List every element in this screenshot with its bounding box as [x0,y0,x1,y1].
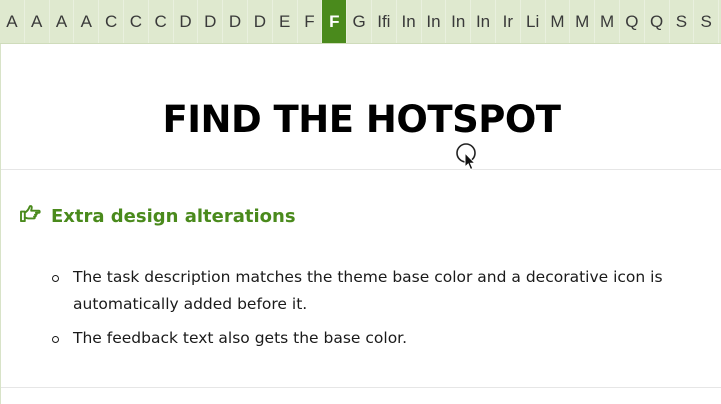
content-panel: FIND THE HOTSPOT Extra design alteration… [0,44,721,404]
tab[interactable]: In [446,0,472,43]
tab[interactable]: In [397,0,422,43]
tab[interactable]: In [422,0,447,43]
tab[interactable]: A [25,0,50,43]
tab[interactable]: M [570,0,596,43]
tab[interactable]: M [546,0,571,43]
task-text: Extra design alterations [51,205,296,227]
tab[interactable]: D [248,0,273,43]
tab[interactable]: A [50,0,75,43]
divider [1,387,721,388]
tab[interactable]: Q [620,0,645,43]
tab[interactable]: S [694,0,720,43]
tab[interactable]: D [198,0,224,43]
page-title: FIND THE HOTSPOT [162,98,561,141]
tab[interactable]: G [347,0,372,43]
bullet-list: The task description matches the theme b… [51,264,691,359]
tab-active[interactable]: F [322,0,348,43]
tab[interactable]: E [273,0,298,43]
tab-bar: A A A A C C C D D D D E F F G Ifi In In … [0,0,721,44]
tab[interactable]: Ir [496,0,521,43]
tab[interactable]: D [174,0,199,43]
tab[interactable]: In [471,0,496,43]
tab[interactable]: C [124,0,149,43]
mouse-cursor-icon [455,143,481,173]
tab[interactable]: C [99,0,124,43]
pointing-hand-icon [19,204,42,228]
divider [1,169,721,170]
tab[interactable]: A [74,0,100,43]
task-description: Extra design alterations [19,204,296,228]
tab[interactable]: Q [645,0,670,43]
tab[interactable]: A [0,0,25,43]
tab[interactable]: C [149,0,174,43]
tab[interactable]: Ifi [372,0,397,43]
tab[interactable]: M [595,0,620,43]
list-item: The feedback text also gets the base col… [51,325,691,352]
tab[interactable]: F [298,0,323,43]
list-item: The task description matches the theme b… [51,264,691,318]
tab[interactable]: D [223,0,248,43]
tab[interactable]: Li [521,0,546,43]
tab[interactable]: S [670,0,695,43]
